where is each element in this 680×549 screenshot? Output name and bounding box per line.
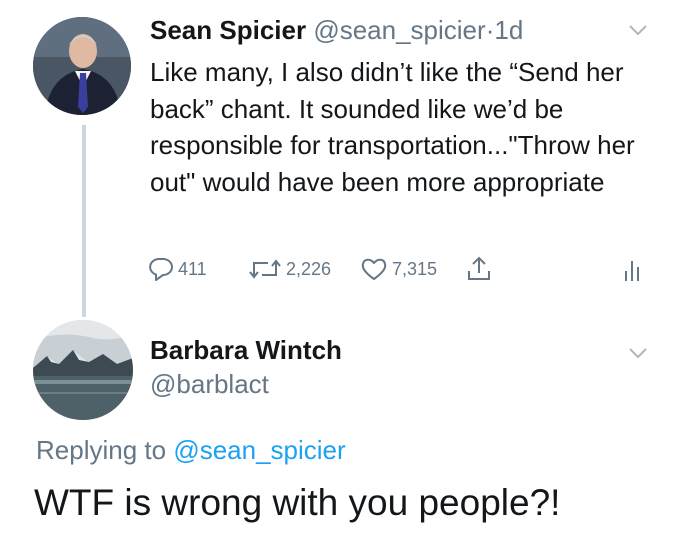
retweet-arrows-icon bbox=[249, 259, 281, 279]
reply-tweet-text: WTF is wrong with you people?! bbox=[34, 482, 561, 523]
chevron-down-icon[interactable] bbox=[628, 347, 648, 359]
replying-to-mention[interactable]: @sean_spicier bbox=[173, 435, 345, 465]
replying-prefix: Replying to bbox=[36, 435, 167, 465]
reply-count: 411 bbox=[178, 258, 207, 279]
tweet-text: Like many, I also didn’t like the “Send … bbox=[150, 57, 635, 197]
avatar-photo-icon bbox=[33, 17, 131, 115]
bar-chart-icon bbox=[625, 261, 639, 281]
author-handle[interactable]: @barblact bbox=[150, 366, 269, 402]
speech-bubble-icon bbox=[149, 258, 173, 281]
like-button[interactable]: 7,315 bbox=[360, 254, 437, 284]
analytics-button[interactable] bbox=[622, 254, 646, 284]
chevron-down-icon[interactable] bbox=[628, 24, 648, 36]
landscape-photo-icon bbox=[33, 320, 133, 420]
reply-button[interactable]: 411 bbox=[148, 254, 207, 284]
share-upload-icon bbox=[468, 256, 490, 280]
heart-icon bbox=[361, 258, 387, 280]
tweet-header: Sean Spicier @sean_spicier·1d bbox=[150, 12, 523, 48]
author-name[interactable]: Barbara Wintch bbox=[150, 332, 342, 368]
avatar[interactable] bbox=[33, 17, 131, 115]
author-name[interactable]: Sean Spicier bbox=[150, 15, 306, 45]
retweet-button[interactable]: 2,226 bbox=[248, 254, 331, 284]
share-button[interactable] bbox=[466, 254, 492, 284]
retweet-count: 2,226 bbox=[286, 258, 332, 279]
replying-to-line: Replying to @sean_spicier bbox=[36, 432, 346, 468]
like-count: 7,315 bbox=[392, 258, 438, 279]
tweet-timestamp[interactable]: 1d bbox=[494, 15, 523, 45]
avatar[interactable] bbox=[33, 320, 133, 420]
author-handle[interactable]: @sean_spicier bbox=[313, 15, 485, 45]
thread-connector-line bbox=[82, 125, 86, 317]
